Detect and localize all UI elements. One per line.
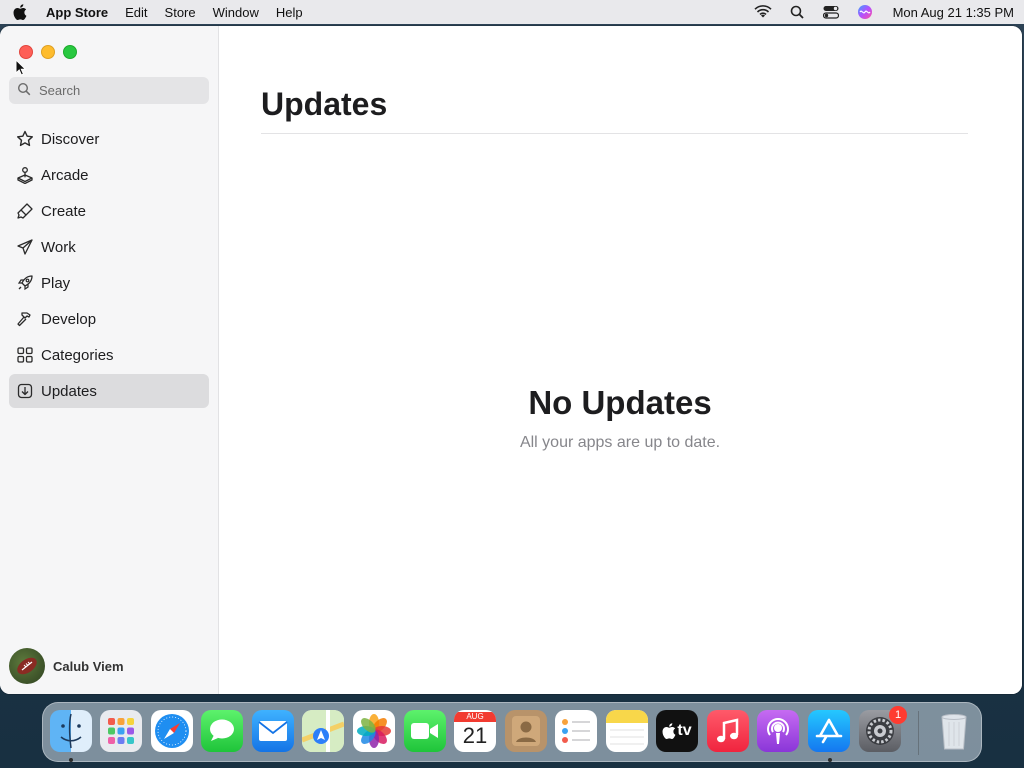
rocket-icon: [15, 273, 35, 293]
menu-edit[interactable]: Edit: [125, 5, 147, 20]
trash-icon[interactable]: [933, 710, 975, 752]
calendar-day: 21: [462, 723, 488, 748]
sidebar-item-label: Create: [41, 202, 87, 220]
maps-icon[interactable]: [302, 710, 344, 752]
sidebar-item-label: Work: [41, 238, 76, 256]
menu-clock[interactable]: Mon Aug 21 1:35 PM: [893, 5, 1014, 20]
menu-bar: App Store Edit Store Window Help Mon Aug…: [0, 0, 1024, 24]
apple-tv-icon[interactable]: tv: [656, 710, 698, 752]
joystick-icon: [15, 165, 35, 185]
grid-icon: [15, 345, 35, 365]
search-field[interactable]: [9, 77, 209, 104]
sidebar-item-label: Updates: [41, 382, 97, 400]
main-content: Updates No Updates All your apps are up …: [220, 26, 1022, 694]
wifi-icon[interactable]: [753, 4, 773, 20]
sidebar-item-arcade[interactable]: Arcade: [9, 158, 209, 192]
notes-icon[interactable]: [606, 710, 648, 752]
avatar: [9, 648, 45, 684]
empty-state-title: No Updates: [528, 384, 712, 421]
messages-icon[interactable]: [201, 710, 243, 752]
launchpad-icon[interactable]: [100, 710, 142, 752]
account-button[interactable]: Calub Viem: [9, 648, 124, 684]
sidebar-item-label: Play: [41, 274, 71, 292]
mouse-cursor-icon: [15, 58, 27, 81]
safari-icon[interactable]: [151, 710, 193, 752]
sidebar-item-label: Categories: [41, 346, 114, 364]
user-name: Calub Viem: [53, 658, 124, 674]
calendar-month: AUG: [454, 712, 496, 722]
menu-window[interactable]: Window: [213, 5, 259, 20]
zoom-window-button[interactable]: [63, 45, 77, 59]
contacts-icon[interactable]: [505, 710, 547, 752]
apple-tv-label: tv: [677, 722, 692, 739]
sidebar-item-develop[interactable]: Develop: [9, 302, 209, 336]
title-divider: [261, 133, 968, 134]
star-icon: [15, 129, 35, 149]
download-icon: [15, 381, 35, 401]
control-center-icon[interactable]: [821, 4, 841, 20]
menu-store[interactable]: Store: [165, 5, 196, 20]
empty-state-subtitle: All your apps are up to date.: [519, 434, 721, 451]
music-icon[interactable]: [707, 710, 749, 752]
app-store-window: Discover Arcade Create Work: [0, 26, 1022, 694]
sidebar-nav: Discover Arcade Create Work Play Develop…: [9, 122, 209, 410]
finder-icon[interactable]: [50, 710, 92, 752]
photos-icon[interactable]: [353, 710, 395, 752]
sidebar-item-create[interactable]: Create: [9, 194, 209, 228]
sidebar-item-play[interactable]: Play: [9, 266, 209, 300]
sidebar-item-label: Discover: [41, 130, 100, 148]
sidebar: Discover Arcade Create Work: [0, 26, 219, 694]
dock-separator: [918, 711, 919, 755]
app-store-running-indicator: [828, 758, 832, 762]
app-store-icon[interactable]: [808, 710, 850, 752]
sidebar-item-label: Develop: [41, 310, 97, 328]
search-input[interactable]: [39, 83, 189, 98]
facetime-icon[interactable]: [404, 710, 446, 752]
paintbrush-icon: [15, 201, 35, 221]
spotlight-search-icon[interactable]: [787, 4, 807, 20]
sidebar-item-work[interactable]: Work: [9, 230, 209, 264]
page-title: Updates: [261, 86, 388, 122]
sidebar-item-discover[interactable]: Discover: [9, 122, 209, 156]
dock: AUG 21 tv 1: [42, 702, 982, 762]
paperplane-icon: [15, 237, 35, 257]
mail-icon[interactable]: [252, 710, 294, 752]
finder-running-indicator: [69, 758, 73, 762]
menu-app-name[interactable]: App Store: [46, 5, 108, 20]
settings-notification-badge: 1: [889, 706, 907, 724]
calendar-icon[interactable]: AUG 21: [454, 710, 496, 752]
podcasts-icon[interactable]: [757, 710, 799, 752]
apple-menu-icon[interactable]: [10, 4, 30, 20]
close-window-button[interactable]: [19, 45, 33, 59]
siri-icon[interactable]: [855, 4, 875, 20]
window-controls: [19, 45, 77, 59]
hammer-icon: [15, 309, 35, 329]
sidebar-item-categories[interactable]: Categories: [9, 338, 209, 372]
menu-help[interactable]: Help: [276, 5, 303, 20]
sidebar-item-updates[interactable]: Updates: [9, 374, 209, 408]
search-icon: [17, 82, 31, 99]
minimize-window-button[interactable]: [41, 45, 55, 59]
reminders-icon[interactable]: [555, 710, 597, 752]
sidebar-item-label: Arcade: [41, 166, 89, 184]
